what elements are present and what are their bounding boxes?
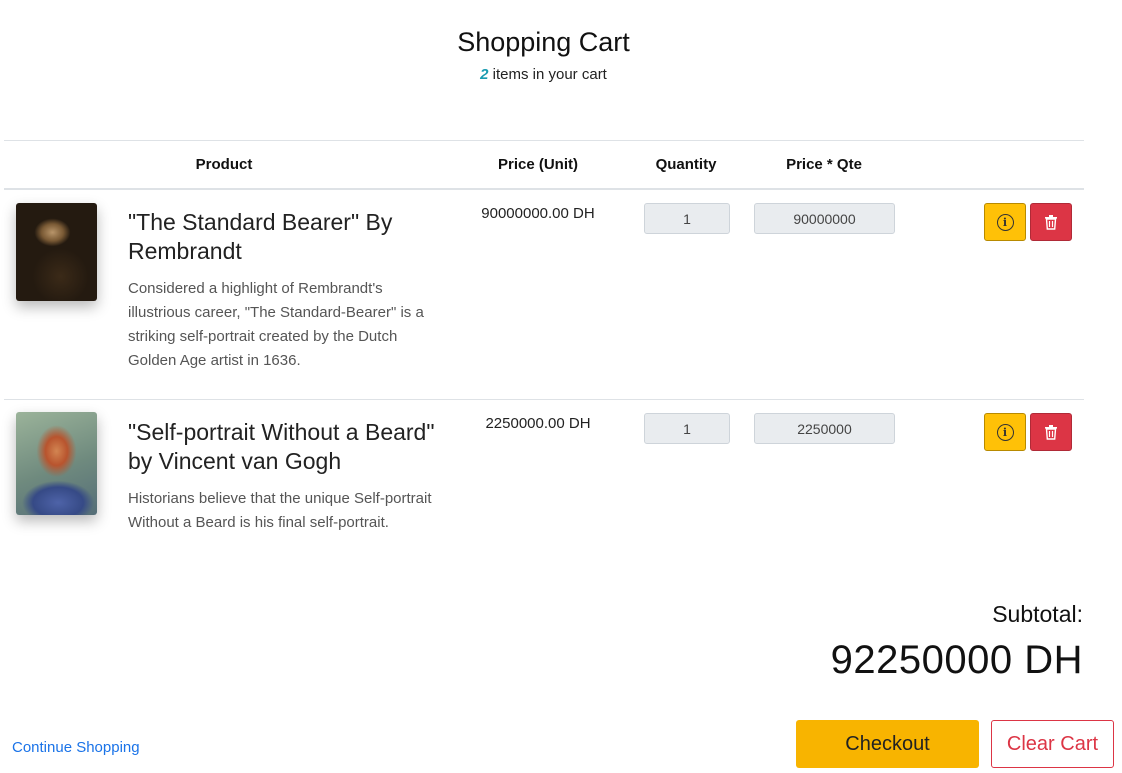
unit-price: 2250000.00 DH	[485, 415, 591, 432]
quantity-input[interactable]	[644, 203, 730, 234]
product-description: Historians believe that the unique Self-…	[128, 490, 432, 531]
page-title: Shopping Cart	[457, 27, 630, 57]
delete-button[interactable]	[1030, 203, 1072, 241]
trash-icon	[1045, 215, 1057, 230]
shopping-cart-page: Shopping Cart 2 items in your cart Produ…	[0, 0, 1122, 773]
subtotal-value: 92250000 DH	[830, 638, 1083, 682]
line-total-field	[754, 203, 895, 234]
info-button[interactable]: i	[984, 203, 1026, 241]
product-title: "The Standard Bearer" By Rembrandt	[128, 209, 393, 264]
info-icon: i	[996, 423, 1014, 441]
product-image-rembrandt[interactable]	[16, 203, 97, 301]
product-image-van-gogh[interactable]	[16, 412, 97, 515]
cart-header: Shopping Cart 2 items in your cart	[0, 24, 1087, 83]
table-row: "The Standard Bearer" By Rembrandt Consi…	[4, 190, 1084, 400]
cart-item-count: 2 items in your cart	[0, 66, 1087, 83]
product-description: Considered a highlight of Rembrandt's il…	[128, 280, 424, 369]
column-header-price-unit: Price (Unit)	[497, 156, 578, 173]
delete-button[interactable]	[1030, 413, 1072, 451]
clear-cart-button[interactable]: Clear Cart	[991, 720, 1114, 768]
item-count-text: items in your cart	[488, 66, 607, 83]
cart-table: Product Price (Unit) Quantity Price * Qt…	[4, 140, 1084, 585]
unit-price: 90000000.00 DH	[481, 205, 595, 222]
product-title: "Self-portrait Without a Beard" by Vince…	[128, 419, 435, 474]
table-row: "Self-portrait Without a Beard" by Vince…	[4, 400, 1084, 585]
line-total-field	[754, 413, 895, 444]
info-icon: i	[996, 213, 1014, 231]
continue-shopping-link[interactable]: Continue Shopping	[12, 739, 140, 756]
subtotal-label: Subtotal:	[992, 601, 1083, 627]
checkout-button[interactable]: Checkout	[796, 720, 979, 768]
column-header-quantity: Quantity	[655, 156, 717, 173]
quantity-input[interactable]	[644, 413, 730, 444]
column-header-price-qte: Price * Qte	[786, 156, 862, 173]
product-info: "The Standard Bearer" By Rembrandt Consi…	[128, 208, 448, 373]
table-header: Product Price (Unit) Quantity Price * Qt…	[4, 140, 1084, 190]
trash-icon	[1045, 425, 1057, 440]
product-info: "Self-portrait Without a Beard" by Vince…	[128, 418, 448, 535]
column-header-product: Product	[195, 156, 253, 173]
info-button[interactable]: i	[984, 413, 1026, 451]
